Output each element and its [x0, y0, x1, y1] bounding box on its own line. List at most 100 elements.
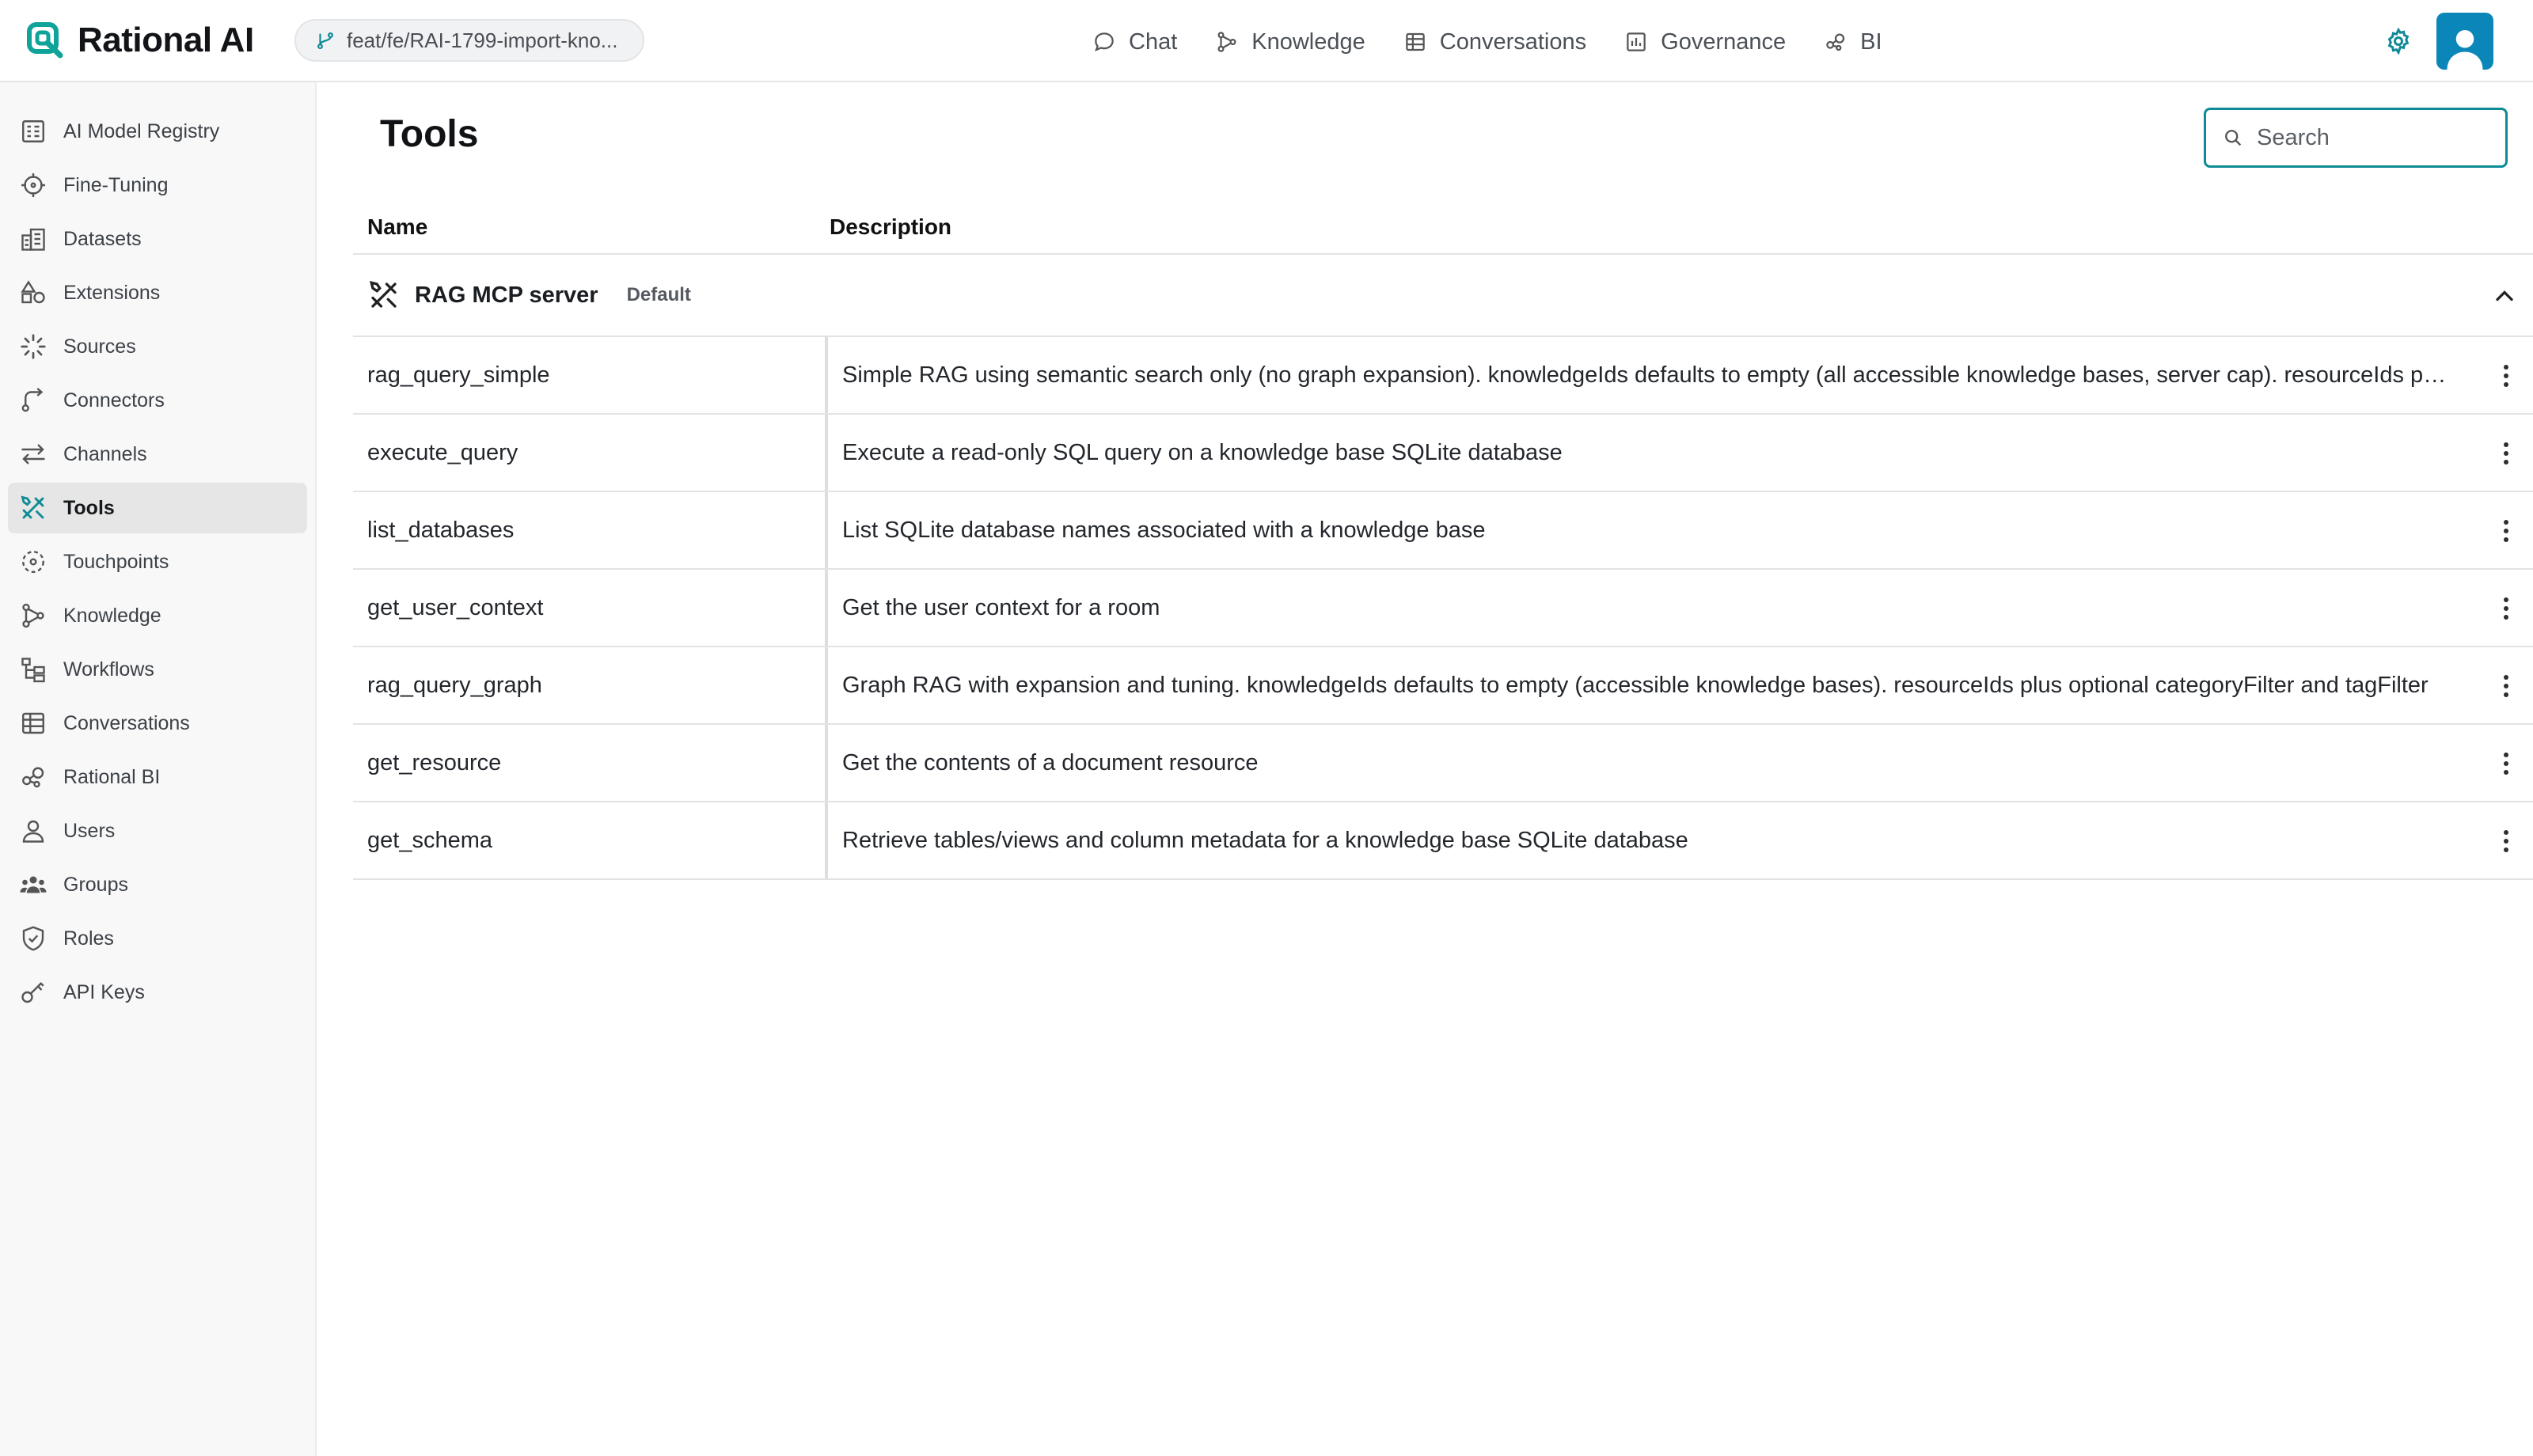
- sidebar-item-extensions[interactable]: Extensions: [8, 267, 307, 318]
- dashed-circle-icon: [22, 551, 44, 573]
- tool-group-row[interactable]: RAG MCP server Default: [353, 255, 2533, 337]
- app-root: Rational AI feat/fe/RAI-1799-import-kno.…: [0, 0, 2533, 1456]
- knowledge-graph-icon: [1217, 32, 1236, 52]
- workflow-icon: [21, 658, 45, 683]
- topnav-chat-label: Chat: [1129, 28, 1178, 55]
- sidebar-item-label: Touchpoints: [63, 550, 169, 573]
- top-nav: Chat Knowledge Conversations Governance …: [1092, 24, 1882, 60]
- table-row[interactable]: rag_query_simple Simple RAG using semant…: [353, 337, 2533, 415]
- main-content: Tools Name Description RAG MCP server De…: [317, 82, 2533, 1456]
- table-row[interactable]: list_databases List SQLite database name…: [353, 492, 2533, 570]
- table-icon: [22, 712, 44, 734]
- sidebar-item-tools[interactable]: Tools: [8, 483, 307, 533]
- user-icon: [22, 820, 44, 843]
- sidebar-item-label: Connectors: [63, 389, 165, 411]
- row-menu-button[interactable]: [2490, 514, 2522, 548]
- row-menu-button[interactable]: [2490, 592, 2522, 625]
- topnav-knowledge-label: Knowledge: [1251, 28, 1365, 55]
- users-group-icon: [20, 876, 47, 893]
- sidebar-item-datasets[interactable]: Datasets: [8, 214, 307, 264]
- sidebar-item-ai-model-registry[interactable]: AI Model Registry: [8, 106, 307, 157]
- topnav-conversations[interactable]: Conversations: [1403, 24, 1586, 60]
- tool-name: get_user_context: [353, 570, 828, 646]
- registry-icon: [22, 120, 44, 142]
- tool-description: Get the contents of a document resource: [842, 749, 1259, 775]
- sidebar-item-label: Fine-Tuning: [63, 173, 169, 196]
- column-header-description[interactable]: Description: [828, 214, 951, 240]
- sidebar-item-label: AI Model Registry: [63, 119, 220, 142]
- column-header-name[interactable]: Name: [353, 214, 828, 240]
- table-header: Name Description: [353, 201, 2533, 255]
- sidebar-item-conversations[interactable]: Conversations: [8, 698, 307, 749]
- settings-gear-icon[interactable]: [2384, 27, 2413, 55]
- tool-description: Simple RAG using semantic search only (n…: [842, 362, 2448, 388]
- sidebar-item-label: Extensions: [63, 281, 161, 304]
- topnav-bi[interactable]: BI: [1824, 24, 1882, 60]
- table-row[interactable]: execute_query Execute a read-only SQL qu…: [353, 415, 2533, 492]
- row-menu-button[interactable]: [2490, 359, 2522, 392]
- row-menu-button[interactable]: [2490, 437, 2522, 470]
- sidebar-item-label: Channels: [63, 442, 147, 465]
- sidebar-item-roles[interactable]: Roles: [8, 913, 307, 964]
- sidebar-item-rational-bi[interactable]: Rational BI: [8, 752, 307, 802]
- topnav-bi-label: BI: [1860, 28, 1882, 55]
- tools-table: Name Description RAG MCP server Default …: [353, 201, 2533, 880]
- topnav-chat[interactable]: Chat: [1092, 24, 1177, 60]
- sidebar-item-label: Roles: [63, 927, 114, 950]
- table-row[interactable]: get_user_context Get the user context fo…: [353, 570, 2533, 647]
- sidebar-item-groups[interactable]: Groups: [8, 859, 307, 910]
- git-branch-icon: [317, 32, 333, 50]
- search-input[interactable]: [2257, 124, 2486, 151]
- loader-icon: [21, 334, 46, 359]
- default-badge: Default: [626, 284, 691, 305]
- sidebar-item-users[interactable]: Users: [8, 806, 307, 856]
- sidebar-item-sources[interactable]: Sources: [8, 321, 307, 372]
- tools-icon: [21, 495, 44, 519]
- row-menu-button[interactable]: [2490, 747, 2522, 780]
- rational-ai-logo-icon: [27, 22, 63, 59]
- key-icon: [21, 982, 44, 1003]
- knowledge-graph-icon: [22, 603, 44, 628]
- sidebar-item-connectors[interactable]: Connectors: [8, 375, 307, 426]
- branch-pill[interactable]: feat/fe/RAI-1799-import-kno...: [294, 19, 644, 62]
- chevron-up-icon[interactable]: [2490, 282, 2519, 310]
- sidebar-item-label: API Keys: [63, 980, 145, 1003]
- tool-name: rag_query_graph: [353, 647, 828, 723]
- app-logo[interactable]: Rational AI: [25, 21, 254, 60]
- topnav-governance[interactable]: Governance: [1624, 24, 1786, 60]
- bi-nodes-icon: [22, 767, 44, 788]
- search-box[interactable]: [2204, 108, 2508, 168]
- tools-icon: [369, 280, 397, 308]
- sidebar-item-api-keys[interactable]: API Keys: [8, 967, 307, 1018]
- table-row[interactable]: get_schema Retrieve tables/views and col…: [353, 802, 2533, 880]
- sidebar: AI Model Registry Fine-Tuning Datasets E…: [0, 82, 317, 1456]
- row-menu-button[interactable]: [2490, 825, 2522, 858]
- branch-name: feat/fe/RAI-1799-import-kno...: [347, 28, 618, 52]
- sidebar-item-fine-tuning[interactable]: Fine-Tuning: [8, 160, 307, 210]
- search-icon: [2225, 130, 2242, 146]
- page-title: Tools: [380, 113, 479, 155]
- sidebar-item-label: Conversations: [63, 711, 190, 734]
- tool-name: list_databases: [353, 492, 828, 568]
- table-row[interactable]: rag_query_graph Graph RAG with expansion…: [353, 647, 2533, 725]
- app-name: Rational AI: [78, 21, 254, 59]
- sidebar-item-workflows[interactable]: Workflows: [8, 644, 307, 695]
- table-row[interactable]: get_resource Get the contents of a docum…: [353, 725, 2533, 802]
- user-avatar[interactable]: [2436, 13, 2493, 70]
- datasets-icon: [21, 228, 45, 251]
- tool-name: get_resource: [353, 725, 828, 801]
- tool-description: Graph RAG with expansion and tuning. kno…: [842, 672, 2429, 698]
- sidebar-item-channels[interactable]: Channels: [8, 429, 307, 480]
- sidebar-item-touchpoints[interactable]: Touchpoints: [8, 537, 307, 587]
- sidebar-item-label: Sources: [63, 335, 136, 358]
- top-bar: Rational AI feat/fe/RAI-1799-import-kno.…: [0, 0, 2533, 82]
- user-silhouette-icon: [2447, 30, 2483, 70]
- sidebar-item-knowledge[interactable]: Knowledge: [8, 590, 307, 641]
- tool-group-name: RAG MCP server: [415, 282, 598, 308]
- tool-name: rag_query_simple: [353, 337, 828, 413]
- topnav-knowledge[interactable]: Knowledge: [1215, 24, 1365, 60]
- row-menu-button[interactable]: [2490, 669, 2522, 703]
- sidebar-item-label: Workflows: [63, 658, 154, 681]
- crosshair-icon: [21, 173, 45, 197]
- tool-name: execute_query: [353, 415, 828, 491]
